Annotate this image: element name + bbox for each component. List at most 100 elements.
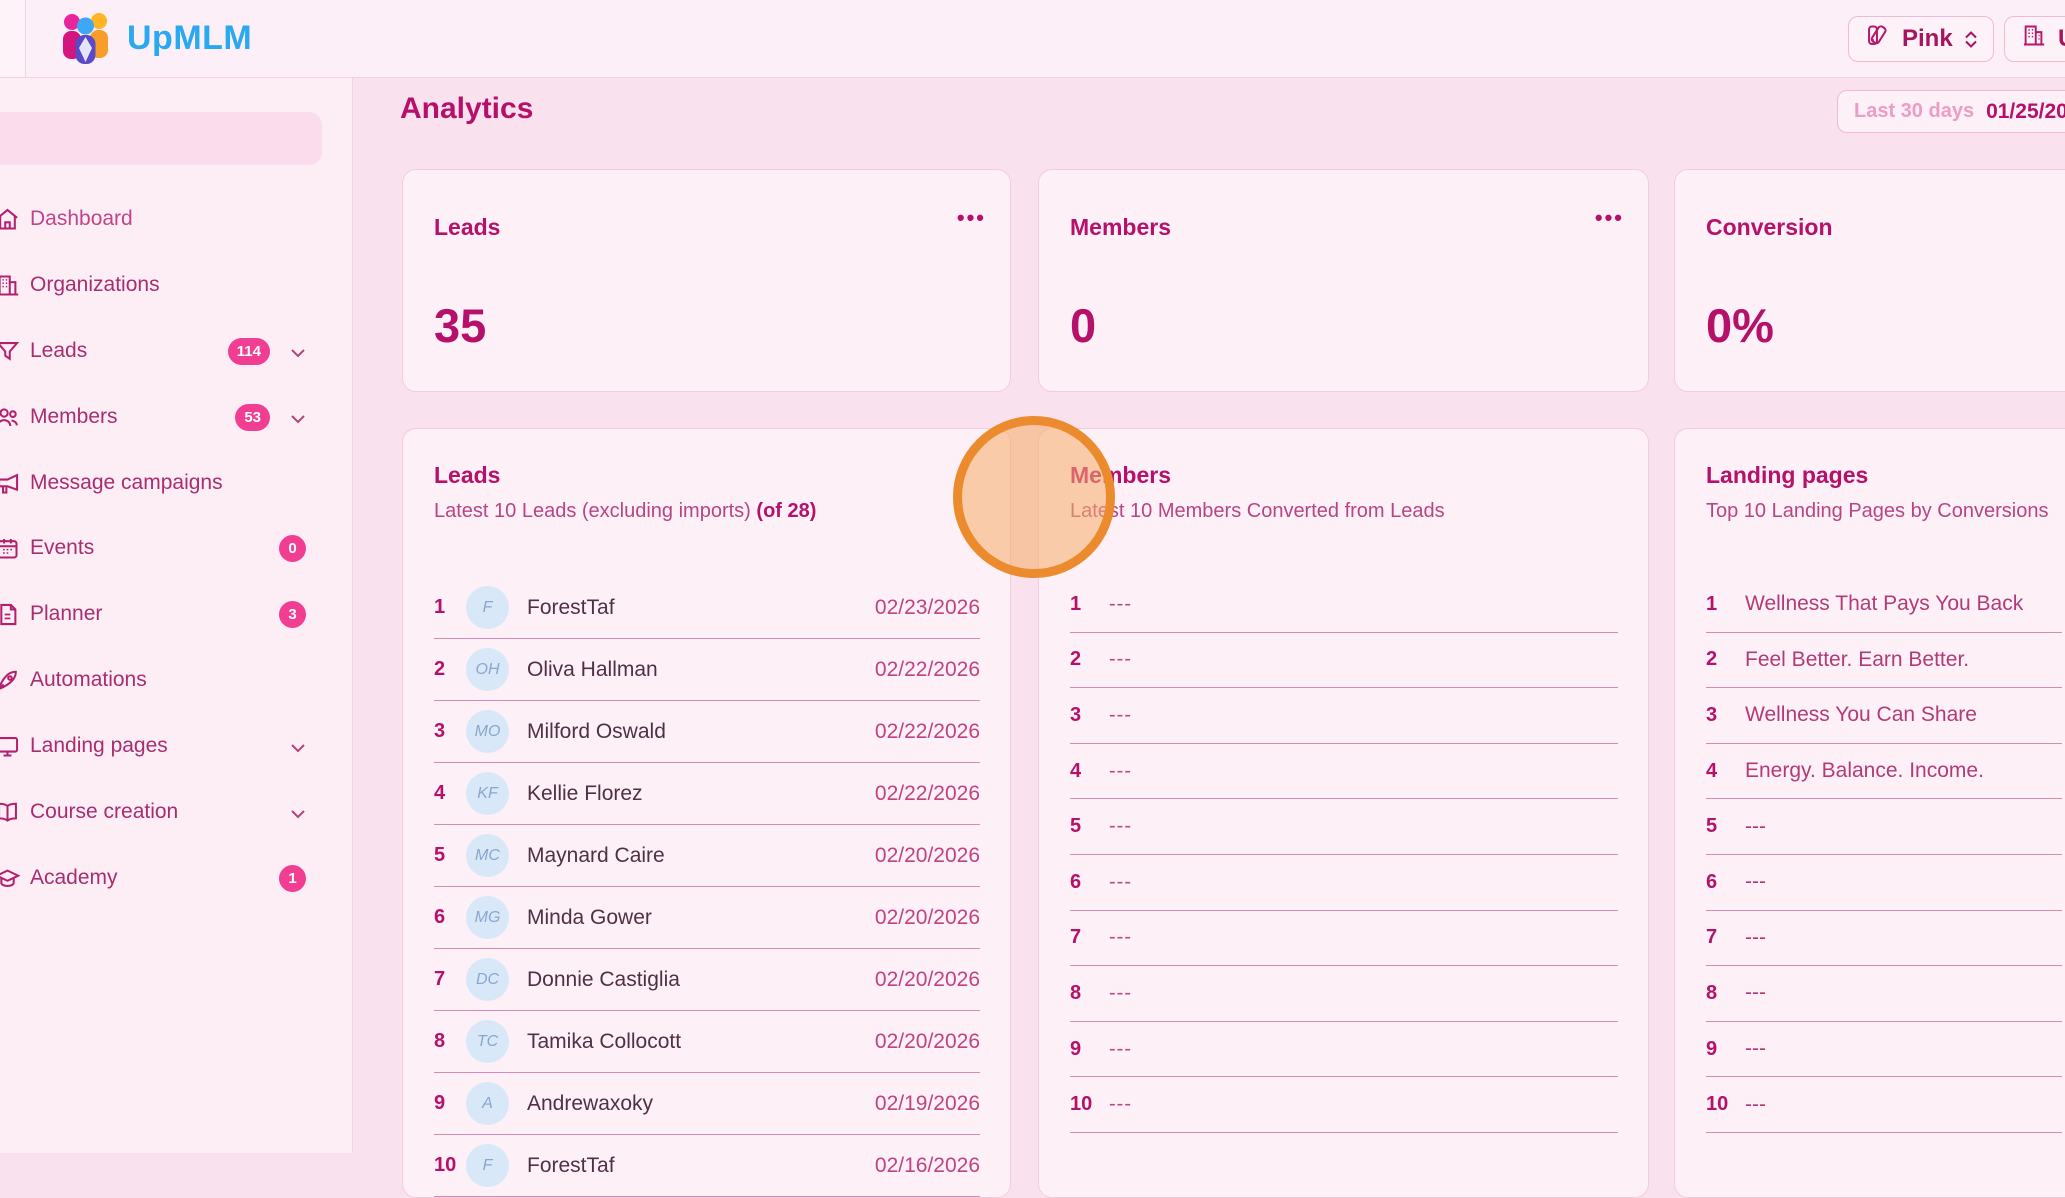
row-rank: 10 [1070,1093,1096,1116]
theme-selector-button[interactable]: Pink [1848,16,1994,62]
app-logo[interactable]: UpMLM [55,8,252,68]
sidebar-item-planner[interactable]: Planner 3 [0,592,352,636]
table-row[interactable]: 10 --- [1706,1077,2062,1133]
sidebar-item-academy[interactable]: Academy 1 [0,856,352,900]
landing-page-name: --- [1745,926,1766,950]
table-row[interactable]: 1 F ForestTaf 02/23/2026 [434,577,980,639]
table-row[interactable]: 9 --- [1706,1022,2062,1078]
member-placeholder: --- [1109,871,1132,894]
lead-name: Oliva Hallman [527,658,658,682]
stat-card-conversion: Conversion 0% [1674,169,2065,392]
sidebar-item-dashboard[interactable]: Dashboard [0,197,352,241]
member-placeholder: --- [1109,648,1132,671]
card-menu-button[interactable]: ••• [1595,208,1624,228]
organization-button[interactable]: U [2004,16,2065,62]
table-row[interactable]: 5 --- [1706,799,2062,855]
table-row[interactable]: 4 KF Kellie Florez 02/22/2026 [434,763,980,825]
stat-card-title: Conversion [1706,214,1833,241]
lead-date: 02/22/2026 [875,720,980,744]
sidebar-item-organizations[interactable]: Organizations [0,263,352,307]
table-row[interactable]: 4 Energy. Balance. Income. [1706,744,2062,800]
table-row: 5 --- [1070,799,1618,855]
sidebar-item-course-creation[interactable]: Course creation [0,790,352,834]
planner-icon [0,601,21,628]
member-placeholder: --- [1109,926,1132,949]
date-range-button[interactable]: Last 30 days 01/25/20 [1837,90,2065,133]
table-row[interactable]: 3 Wellness You Can Share [1706,688,2062,744]
rocket-icon [0,667,21,694]
landing-page-name: Wellness That Pays You Back [1745,592,2023,616]
chevron-down-icon [290,806,306,824]
table-row[interactable]: 8 TC Tamika Collocott 02/20/2026 [434,1011,980,1073]
row-rank: 6 [434,906,460,929]
table-row[interactable]: 2 OH Oliva Hallman 02/22/2026 [434,639,980,701]
sidebar-item-events[interactable]: Events 0 [0,526,352,570]
row-rank: 1 [1070,593,1096,616]
table-row[interactable]: 7 DC Donnie Castiglia 02/20/2026 [434,949,980,1011]
monitor-icon [0,733,21,760]
lead-avatar: OH [466,648,509,691]
table-row[interactable]: 6 MG Minda Gower 02/20/2026 [434,887,980,949]
members-list-subtitle: Latest 10 Members Converted from Leads [1070,500,1445,523]
lead-date: 02/16/2026 [875,1154,980,1178]
table-row[interactable]: 6 --- [1706,855,2062,911]
members-list-card: Members Latest 10 Members Converted from… [1038,428,1649,1198]
sidebar-item-landing-pages[interactable]: Landing pages [0,724,352,768]
row-rank: 1 [434,596,460,619]
table-row[interactable]: 7 --- [1706,911,2062,967]
lead-avatar: TC [466,1020,509,1063]
stat-card-title: Leads [434,214,500,241]
lead-name: ForestTaf [527,596,615,620]
stat-card-leads: Leads ••• 35 [402,169,1011,392]
table-row: 9 --- [1070,1022,1618,1078]
lead-date: 02/19/2026 [875,1092,980,1116]
row-rank: 2 [434,658,460,681]
card-menu-button[interactable]: ••• [957,208,986,228]
sidebar-item-automations[interactable]: Automations [0,658,352,702]
row-rank: 5 [434,844,460,867]
landing-page-name: --- [1745,815,1766,839]
table-row[interactable]: 5 MC Maynard Caire 02/20/2026 [434,825,980,887]
lead-avatar: F [466,586,509,629]
planner-count-badge: 3 [279,601,306,628]
sidebar-item-members[interactable]: Members 53 [0,395,352,439]
building-icon [0,272,21,299]
table-row[interactable]: 3 MO Milford Oswald 02/22/2026 [434,701,980,763]
row-rank: 2 [1070,648,1096,671]
table-row: 2 --- [1070,633,1618,689]
member-placeholder: --- [1109,1093,1132,1116]
chevron-down-icon [290,411,306,429]
member-placeholder: --- [1109,815,1132,838]
row-rank: 7 [1706,926,1732,949]
table-row[interactable]: 9 A Andrewaxoky 02/19/2026 [434,1073,980,1135]
sidebar-item-message-campaigns[interactable]: Message campaigns [0,461,352,505]
row-rank: 9 [1070,1038,1096,1061]
table-row[interactable]: 8 --- [1706,966,2062,1022]
leads-rows: 1 F ForestTaf 02/23/2026 2 OH Oliva Hall… [434,577,980,1197]
chevron-updown-icon [1964,31,1978,48]
table-row[interactable]: 2 Feel Better. Earn Better. [1706,633,2062,689]
lead-name: Maynard Caire [527,844,665,868]
lead-avatar: KF [466,772,509,815]
sidebar-item-leads[interactable]: Leads 114 [0,329,352,373]
member-placeholder: --- [1109,1038,1132,1061]
app-header: UpMLM Pink U [0,0,2065,78]
row-rank: 3 [1706,704,1732,727]
row-rank: 8 [1706,982,1732,1005]
table-row[interactable]: 10 F ForestTaf 02/16/2026 [434,1135,980,1197]
date-range-preset: Last 30 days [1854,100,1974,123]
sidebar-nav: Dashboard Organizations Leads 114 [0,77,353,1153]
stat-card-value: 0 [1070,298,1096,353]
table-row[interactable]: 1 Wellness That Pays You Back [1706,577,2062,633]
sidebar-item-label: Academy [30,866,118,890]
table-row: 6 --- [1070,855,1618,911]
landing-page-name: --- [1745,870,1766,894]
row-rank: 10 [1706,1093,1732,1116]
members-list-title: Members [1070,462,1171,489]
left-edge-panel [0,0,26,77]
organization-label: U [2058,25,2065,53]
member-placeholder: --- [1109,760,1132,783]
lead-name: Kellie Florez [527,782,643,806]
row-rank: 3 [434,720,460,743]
events-count-badge: 0 [279,535,306,562]
